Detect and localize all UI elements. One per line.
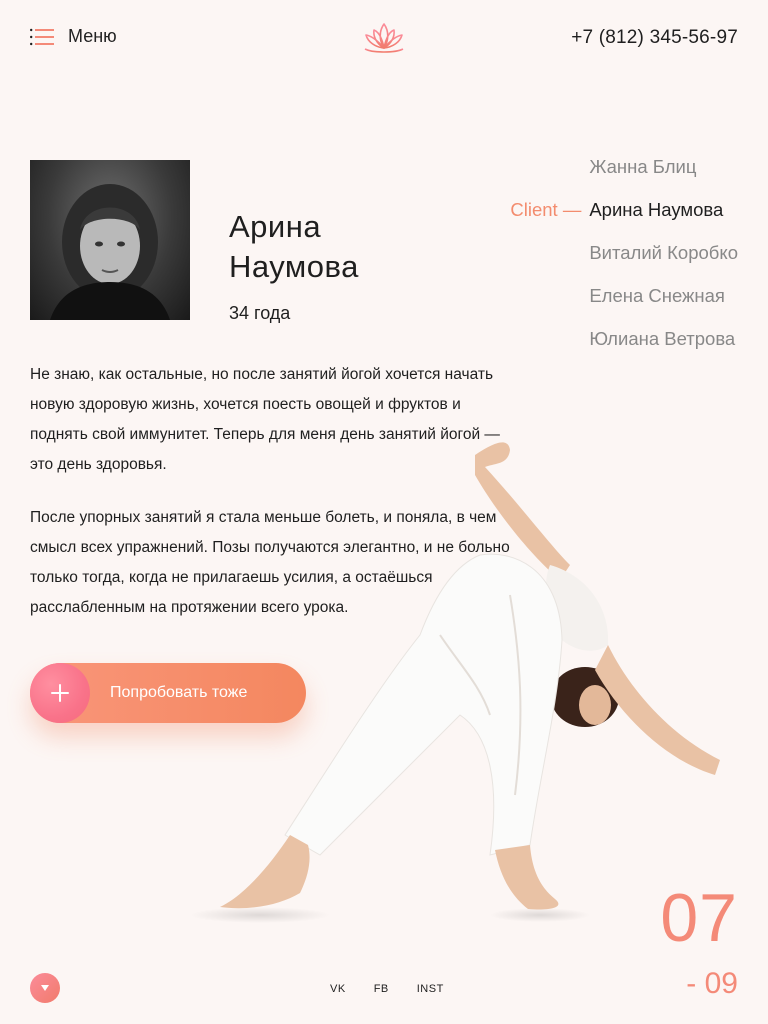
plus-icon bbox=[30, 663, 90, 723]
testimonial-paragraph-1: Не знаю, как остальные, но после занятий… bbox=[30, 366, 500, 473]
menu-label: Меню bbox=[68, 26, 117, 46]
client-list-item[interactable]: Елена Снежная bbox=[589, 279, 738, 322]
phone-link[interactable]: +7 (812) 345-56-97 bbox=[571, 27, 738, 49]
client-avatar bbox=[30, 160, 190, 320]
scroll-down-button[interactable] bbox=[30, 973, 60, 1003]
social-link-fb[interactable]: FB bbox=[374, 983, 389, 995]
client-list-item[interactable]: Жанна Блиц bbox=[589, 150, 738, 193]
client-first-name: Арина bbox=[229, 209, 322, 244]
slide-counter-total: - 09 bbox=[686, 967, 738, 1000]
social-link-vk[interactable]: VK bbox=[330, 983, 346, 995]
social-links: VK FB INST bbox=[330, 983, 444, 995]
client-list-item[interactable]: Юлиана Ветрова bbox=[589, 322, 738, 365]
portrait-image bbox=[50, 184, 170, 320]
client-list-item-label: Юлиана Ветрова bbox=[589, 328, 736, 349]
client-list: Жанна Блиц Client — Арина Наумова Витали… bbox=[510, 150, 738, 365]
client-list-item[interactable]: Виталий Коробко bbox=[589, 236, 738, 279]
chevron-down-icon bbox=[41, 985, 49, 991]
client-last-name: Наумова bbox=[229, 249, 359, 284]
slide-counter-current: 07 bbox=[660, 880, 738, 956]
client-list-item-label: Арина Наумова bbox=[589, 199, 724, 220]
menu-button[interactable]: Меню bbox=[30, 26, 117, 47]
testimonial-paragraph-2: После упорных занятий я стала меньше бол… bbox=[30, 509, 510, 616]
client-tag: Client — bbox=[510, 199, 582, 220]
try-too-label: Попробовать тоже bbox=[110, 684, 248, 701]
lotus-icon[interactable] bbox=[359, 20, 409, 56]
client-list-item-label: Жанна Блиц bbox=[589, 156, 697, 177]
client-list-item-label: Виталий Коробко bbox=[589, 242, 738, 263]
try-too-button[interactable]: Попробовать тоже bbox=[30, 663, 306, 723]
client-list-item-active[interactable]: Client — Арина Наумова bbox=[510, 193, 738, 236]
client-name: Арина Наумова bbox=[229, 207, 359, 287]
social-link-inst[interactable]: INST bbox=[417, 983, 444, 995]
client-age: 34 года bbox=[229, 303, 291, 323]
client-list-item-label: Елена Снежная bbox=[589, 285, 725, 306]
hamburger-icon bbox=[30, 28, 54, 45]
